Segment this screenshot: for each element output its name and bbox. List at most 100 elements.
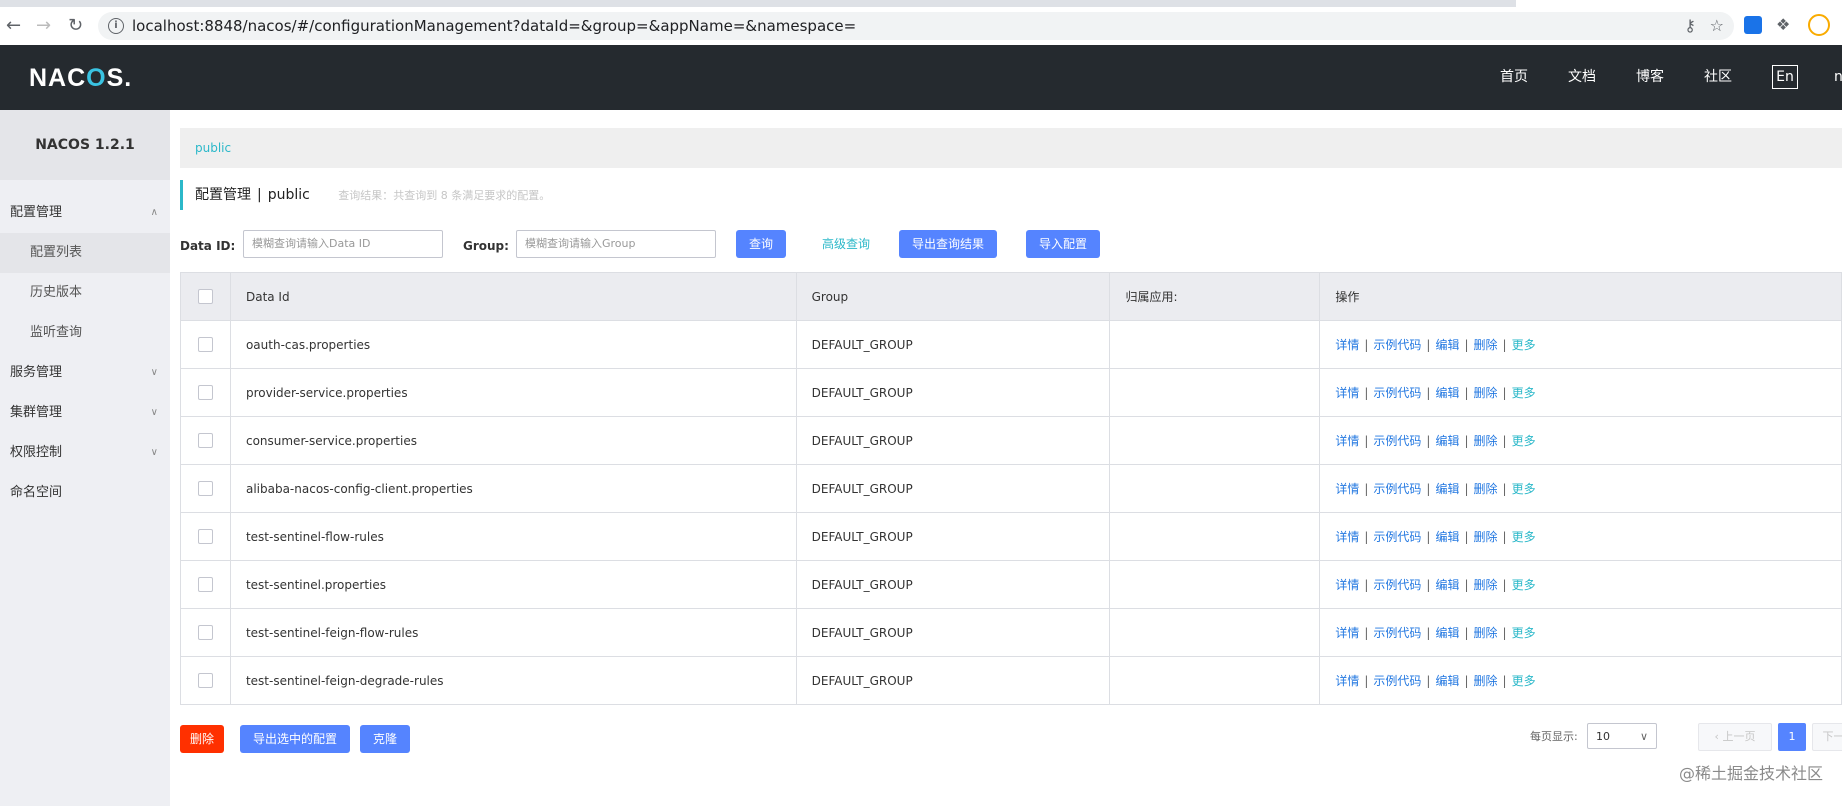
edit-link[interactable]: 编辑 xyxy=(1435,530,1459,544)
back-icon[interactable]: ← xyxy=(6,7,21,45)
user-menu[interactable]: n xyxy=(1834,45,1842,110)
sidebar-item-service-management[interactable]: 服务管理 ∨ xyxy=(0,353,170,393)
row-checkbox[interactable] xyxy=(197,577,213,592)
nav-blog[interactable]: 博客 xyxy=(1636,45,1664,110)
delete-link[interactable]: 删除 xyxy=(1474,482,1498,496)
edit-link[interactable]: 编辑 xyxy=(1435,626,1459,640)
row-checkbox[interactable] xyxy=(197,337,213,352)
forward-icon[interactable]: → xyxy=(36,7,51,45)
row-checkbox[interactable] xyxy=(197,385,213,400)
column-header-group[interactable]: Group xyxy=(795,272,1111,321)
export-selected-button[interactable]: 导出选中的配置 xyxy=(240,725,350,753)
chevron-up-icon: ∧ xyxy=(150,207,158,218)
language-switch[interactable]: En xyxy=(1772,65,1798,89)
page-size-select[interactable]: 10 ∨ xyxy=(1587,723,1657,749)
advanced-query-button[interactable]: 高级查询 xyxy=(816,230,876,258)
row-checkbox[interactable] xyxy=(197,673,213,688)
details-link[interactable]: 详情 xyxy=(1335,338,1359,352)
nav-home[interactable]: 首页 xyxy=(1500,45,1528,110)
sidebar-item-config-management[interactable]: 配置管理 ∧ xyxy=(0,193,170,233)
info-icon[interactable]: i xyxy=(108,18,124,34)
extensions-puzzle-icon[interactable]: ❖ xyxy=(1776,16,1794,34)
nacos-logo[interactable]: NACOS. xyxy=(29,64,132,93)
sidebar-item-listener-query[interactable]: 监听查询 xyxy=(0,313,170,353)
page-1-button[interactable]: 1 xyxy=(1778,723,1806,751)
export-results-button[interactable]: 导出查询结果 xyxy=(899,230,997,258)
more-link[interactable]: 更多 xyxy=(1512,530,1536,544)
row-checkbox[interactable] xyxy=(197,529,213,544)
details-link[interactable]: 详情 xyxy=(1335,530,1359,544)
edit-link[interactable]: 编辑 xyxy=(1435,482,1459,496)
column-header-app[interactable]: 归属应用: xyxy=(1109,272,1321,321)
delete-selected-button[interactable]: 删除 xyxy=(180,725,224,753)
more-link[interactable]: 更多 xyxy=(1512,626,1536,640)
bookmark-star-icon[interactable]: ☆ xyxy=(1710,12,1724,40)
profile-avatar[interactable] xyxy=(1808,14,1830,36)
extension-icon[interactable] xyxy=(1744,16,1762,34)
more-link[interactable]: 更多 xyxy=(1512,386,1536,400)
url-text[interactable]: localhost:8848/nacos/#/configurationMana… xyxy=(132,12,856,40)
row-checkbox[interactable] xyxy=(197,481,213,496)
sample-code-link[interactable]: 示例代码 xyxy=(1373,386,1421,400)
active-tab[interactable] xyxy=(1516,0,1842,7)
delete-link[interactable]: 删除 xyxy=(1474,578,1498,592)
more-link[interactable]: 更多 xyxy=(1512,482,1536,496)
sample-code-link[interactable]: 示例代码 xyxy=(1373,482,1421,496)
sample-code-link[interactable]: 示例代码 xyxy=(1373,626,1421,640)
more-link[interactable]: 更多 xyxy=(1512,578,1536,592)
next-page-button[interactable]: 下一页 › xyxy=(1812,723,1842,751)
delete-link[interactable]: 删除 xyxy=(1474,530,1498,544)
cell-actions: 详情 | 示例代码 | 编辑 | 删除 | 更多 xyxy=(1319,512,1842,561)
sidebar-item-config-list[interactable]: 配置列表 xyxy=(0,233,170,273)
details-link[interactable]: 详情 xyxy=(1335,482,1359,496)
sample-code-link[interactable]: 示例代码 xyxy=(1373,674,1421,688)
edit-link[interactable]: 编辑 xyxy=(1435,386,1459,400)
more-link[interactable]: 更多 xyxy=(1512,434,1536,448)
sidebar-item-access-control[interactable]: 权限控制 ∨ xyxy=(0,433,170,473)
select-all-checkbox[interactable] xyxy=(197,289,213,304)
sample-code-link[interactable]: 示例代码 xyxy=(1373,434,1421,448)
nav-docs[interactable]: 文档 xyxy=(1568,45,1596,110)
row-checkbox[interactable] xyxy=(197,433,213,448)
delete-link[interactable]: 删除 xyxy=(1474,386,1498,400)
nav-community[interactable]: 社区 xyxy=(1704,45,1732,110)
key-icon[interactable]: ⚷ xyxy=(1684,12,1696,40)
delete-link[interactable]: 删除 xyxy=(1474,338,1498,352)
namespace-public-link[interactable]: public xyxy=(195,128,231,168)
row-checkbox[interactable] xyxy=(197,625,213,640)
column-header-dataid[interactable]: Data Id xyxy=(229,272,797,321)
cell-group: DEFAULT_GROUP xyxy=(795,320,1111,369)
details-link[interactable]: 详情 xyxy=(1335,626,1359,640)
sample-code-link[interactable]: 示例代码 xyxy=(1373,578,1421,592)
edit-link[interactable]: 编辑 xyxy=(1435,434,1459,448)
sidebar-item-cluster-management[interactable]: 集群管理 ∨ xyxy=(0,393,170,433)
dataid-input[interactable]: 模糊查询请输入Data ID xyxy=(243,230,443,258)
edit-link[interactable]: 编辑 xyxy=(1435,674,1459,688)
details-link[interactable]: 详情 xyxy=(1335,578,1359,592)
address-bar[interactable]: i localhost:8848/nacos/#/configurationMa… xyxy=(98,12,1734,40)
page-size-value: 10 xyxy=(1596,730,1610,743)
reload-icon[interactable]: ↻ xyxy=(68,7,83,45)
import-config-button[interactable]: 导入配置 xyxy=(1026,230,1100,258)
sidebar-item-label: 权限控制 xyxy=(10,445,63,460)
details-link[interactable]: 详情 xyxy=(1335,386,1359,400)
clone-button[interactable]: 克隆 xyxy=(360,725,410,753)
query-button[interactable]: 查询 xyxy=(736,230,786,258)
delete-link[interactable]: 删除 xyxy=(1474,626,1498,640)
sidebar-item-history[interactable]: 历史版本 xyxy=(0,273,170,313)
delete-link[interactable]: 删除 xyxy=(1474,674,1498,688)
delete-link[interactable]: 删除 xyxy=(1474,434,1498,448)
more-link[interactable]: 更多 xyxy=(1512,338,1536,352)
more-link[interactable]: 更多 xyxy=(1512,674,1536,688)
edit-link[interactable]: 编辑 xyxy=(1435,338,1459,352)
sample-code-link[interactable]: 示例代码 xyxy=(1373,530,1421,544)
group-input[interactable]: 模糊查询请输入Group xyxy=(516,230,716,258)
ops-separator: | xyxy=(1464,674,1469,688)
prev-page-button[interactable]: ‹ 上一页 xyxy=(1698,723,1772,751)
details-link[interactable]: 详情 xyxy=(1335,674,1359,688)
edit-link[interactable]: 编辑 xyxy=(1435,578,1459,592)
cell-dataid: oauth-cas.properties xyxy=(229,320,797,369)
details-link[interactable]: 详情 xyxy=(1335,434,1359,448)
sample-code-link[interactable]: 示例代码 xyxy=(1373,338,1421,352)
sidebar-item-namespace[interactable]: 命名空间 xyxy=(0,473,170,513)
